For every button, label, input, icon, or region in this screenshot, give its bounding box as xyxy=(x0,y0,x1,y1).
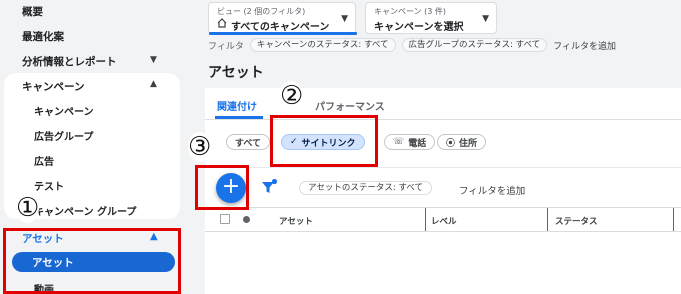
annotation-highlight-sitelink-chip xyxy=(270,115,378,167)
table-header-bottom-border xyxy=(205,231,681,232)
view-selector-value: すべてのキャンペーン xyxy=(231,22,330,33)
add-filter-link[interactable]: フィルタを追加 xyxy=(459,183,525,197)
status-dot-icon xyxy=(243,216,250,223)
nav-item-recommendations[interactable]: 最適化案 xyxy=(22,29,64,44)
nav-subitem-experiments[interactable]: テスト xyxy=(34,178,64,193)
column-header-asset[interactable]: アセット xyxy=(279,215,313,227)
caret-down-icon: ▼ xyxy=(482,14,489,24)
column-header-status[interactable]: ステータス xyxy=(555,215,598,227)
column-divider[interactable] xyxy=(673,208,674,231)
chevron-down-icon: ▼ xyxy=(150,55,157,65)
annotation-highlight-assets-nav xyxy=(3,228,181,294)
add-filter-link[interactable]: フィルタを追加 xyxy=(553,39,616,52)
view-selector-dropdown[interactable]: ビュー (2 個のフィルタ) すべてのキャンペーン ▼ xyxy=(208,2,357,35)
filter-chip-adgroup-status[interactable]: 広告グループのステータス: すべて xyxy=(401,38,548,52)
nav-subitem-ads[interactable]: 広告 xyxy=(34,153,54,168)
column-header-level[interactable]: レベル xyxy=(431,215,457,227)
annotation-number-1: ① xyxy=(16,193,40,223)
asset-type-chip-location[interactable]: ⦿ 住所 xyxy=(437,134,487,150)
asset-type-chip-label: すべて xyxy=(235,138,262,149)
tab-performance[interactable]: パフォーマンス xyxy=(315,98,385,113)
filter-label: フィルタ xyxy=(208,41,244,52)
column-divider[interactable] xyxy=(425,208,426,231)
tab-associations[interactable]: 関連付け xyxy=(217,98,257,113)
view-selector-underline xyxy=(209,32,357,35)
filter-chip-campaign-status[interactable]: キャンペーンのステータス: すべて xyxy=(249,38,396,52)
select-all-checkbox[interactable] xyxy=(220,214,230,224)
nav-subitem-campaign-groups[interactable]: キャンペーン グループ xyxy=(34,203,136,218)
campaign-selector-caption: キャンペーン (3 件) xyxy=(374,7,447,16)
annotation-number-3: ③ xyxy=(188,132,212,162)
divider xyxy=(205,167,681,168)
asset-type-chip-label: 電話 xyxy=(408,138,427,149)
nav-subitem-ad-groups[interactable]: 広告グループ xyxy=(34,128,93,143)
annotation-number-2: ② xyxy=(280,81,304,111)
campaign-selector-dropdown[interactable]: キャンペーン (3 件) キャンペーンを選択 ▼ xyxy=(365,2,497,34)
page-title: アセット xyxy=(208,65,264,81)
asset-type-chip-label: 住所 xyxy=(459,138,478,149)
view-selector-caption: ビュー (2 個のフィルタ) xyxy=(217,7,306,16)
caret-down-icon: ▼ xyxy=(341,14,348,24)
campaign-selector-value: キャンペーンを選択 xyxy=(374,22,464,33)
filter-bar: フィルタ キャンペーンのステータス: すべて 広告グループのステータス: すべて… xyxy=(208,38,616,52)
nav-item-overview[interactable]: 概要 xyxy=(22,4,43,19)
filter-icon[interactable] xyxy=(260,178,278,196)
nav-subitem-campaigns[interactable]: キャンペーン xyxy=(34,103,94,118)
nav-item-campaigns-header[interactable]: キャンペーン xyxy=(22,79,84,94)
phone-icon: ☏ xyxy=(393,137,405,147)
asset-type-chip-all[interactable]: すべて xyxy=(226,134,271,150)
table-header: アセット レベル ステータス xyxy=(205,208,681,231)
chevron-up-icon[interactable]: ▲ xyxy=(150,79,157,89)
asset-status-filter-chip[interactable]: アセットのステータス: すべて xyxy=(299,181,432,195)
annotation-highlight-add-button xyxy=(195,165,249,210)
nav-item-insights-reports[interactable]: 分析情報とレポート xyxy=(22,54,117,69)
location-pin-icon: ⦿ xyxy=(446,138,456,149)
column-divider[interactable] xyxy=(547,208,548,231)
asset-type-chip-call[interactable]: ☏ 電話 xyxy=(384,134,436,150)
home-icon xyxy=(217,18,227,28)
